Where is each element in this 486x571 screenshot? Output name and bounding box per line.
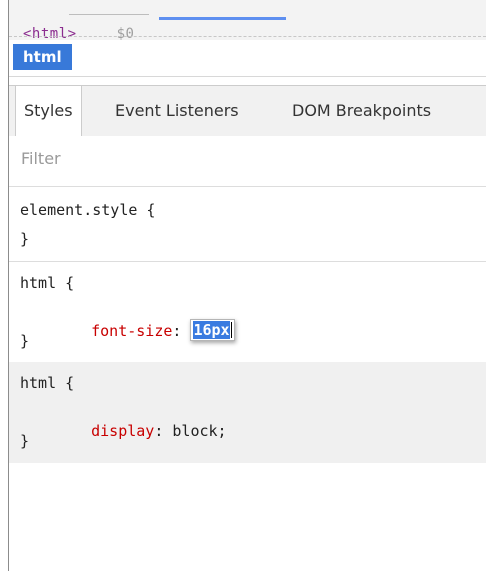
dom-node-tag: <html>: [23, 26, 77, 40]
rule-selector[interactable]: html {: [20, 274, 74, 292]
css-value-selected[interactable]: 16px: [193, 321, 230, 339]
active-panel-underline: [159, 17, 286, 20]
css-colon: :: [154, 422, 173, 440]
tree-divider: [9, 36, 486, 37]
style-rule-html-display[interactable]: html { display: block; }: [9, 362, 486, 463]
css-property-value[interactable]: block;: [172, 422, 226, 440]
rule-close-brace: }: [20, 230, 30, 248]
rule-close-brace: }: [20, 332, 30, 350]
tab-event-listeners[interactable]: Event Listeners: [107, 86, 247, 136]
rule-close-brace: }: [20, 432, 30, 450]
style-rule-html-font-size[interactable]: html { font-size: 16px }: [9, 262, 486, 362]
dom-node-line[interactable]: <html> $0: [23, 26, 134, 40]
rule-selector[interactable]: element.style {: [20, 201, 155, 219]
tab-styles[interactable]: Styles: [15, 86, 82, 136]
css-colon: :: [172, 322, 191, 340]
breadcrumb: html: [9, 40, 486, 77]
css-property[interactable]: display: block;: [55, 404, 226, 458]
css-property[interactable]: font-size: 16px: [55, 302, 235, 360]
css-property-name[interactable]: display: [91, 422, 154, 440]
css-value-editor[interactable]: 16px: [190, 319, 235, 341]
filter-bar: [9, 136, 486, 187]
text-caret: [230, 322, 232, 338]
style-rule-element-style[interactable]: element.style { }: [9, 187, 486, 262]
rule-selector[interactable]: html {: [20, 374, 74, 392]
filter-input[interactable]: [19, 148, 323, 169]
breadcrumb-item-html[interactable]: html: [13, 44, 72, 70]
tab-dom-breakpoints[interactable]: DOM Breakpoints: [284, 86, 439, 136]
toolbar-tab-box: [69, 0, 149, 15]
css-property-name[interactable]: font-size: [91, 322, 172, 340]
sidebar-tabs: Styles Event Listeners DOM Breakpoints: [9, 85, 486, 137]
elements-tree-strip: <html> $0: [9, 0, 486, 40]
dom-node-ref: $0: [116, 26, 135, 40]
